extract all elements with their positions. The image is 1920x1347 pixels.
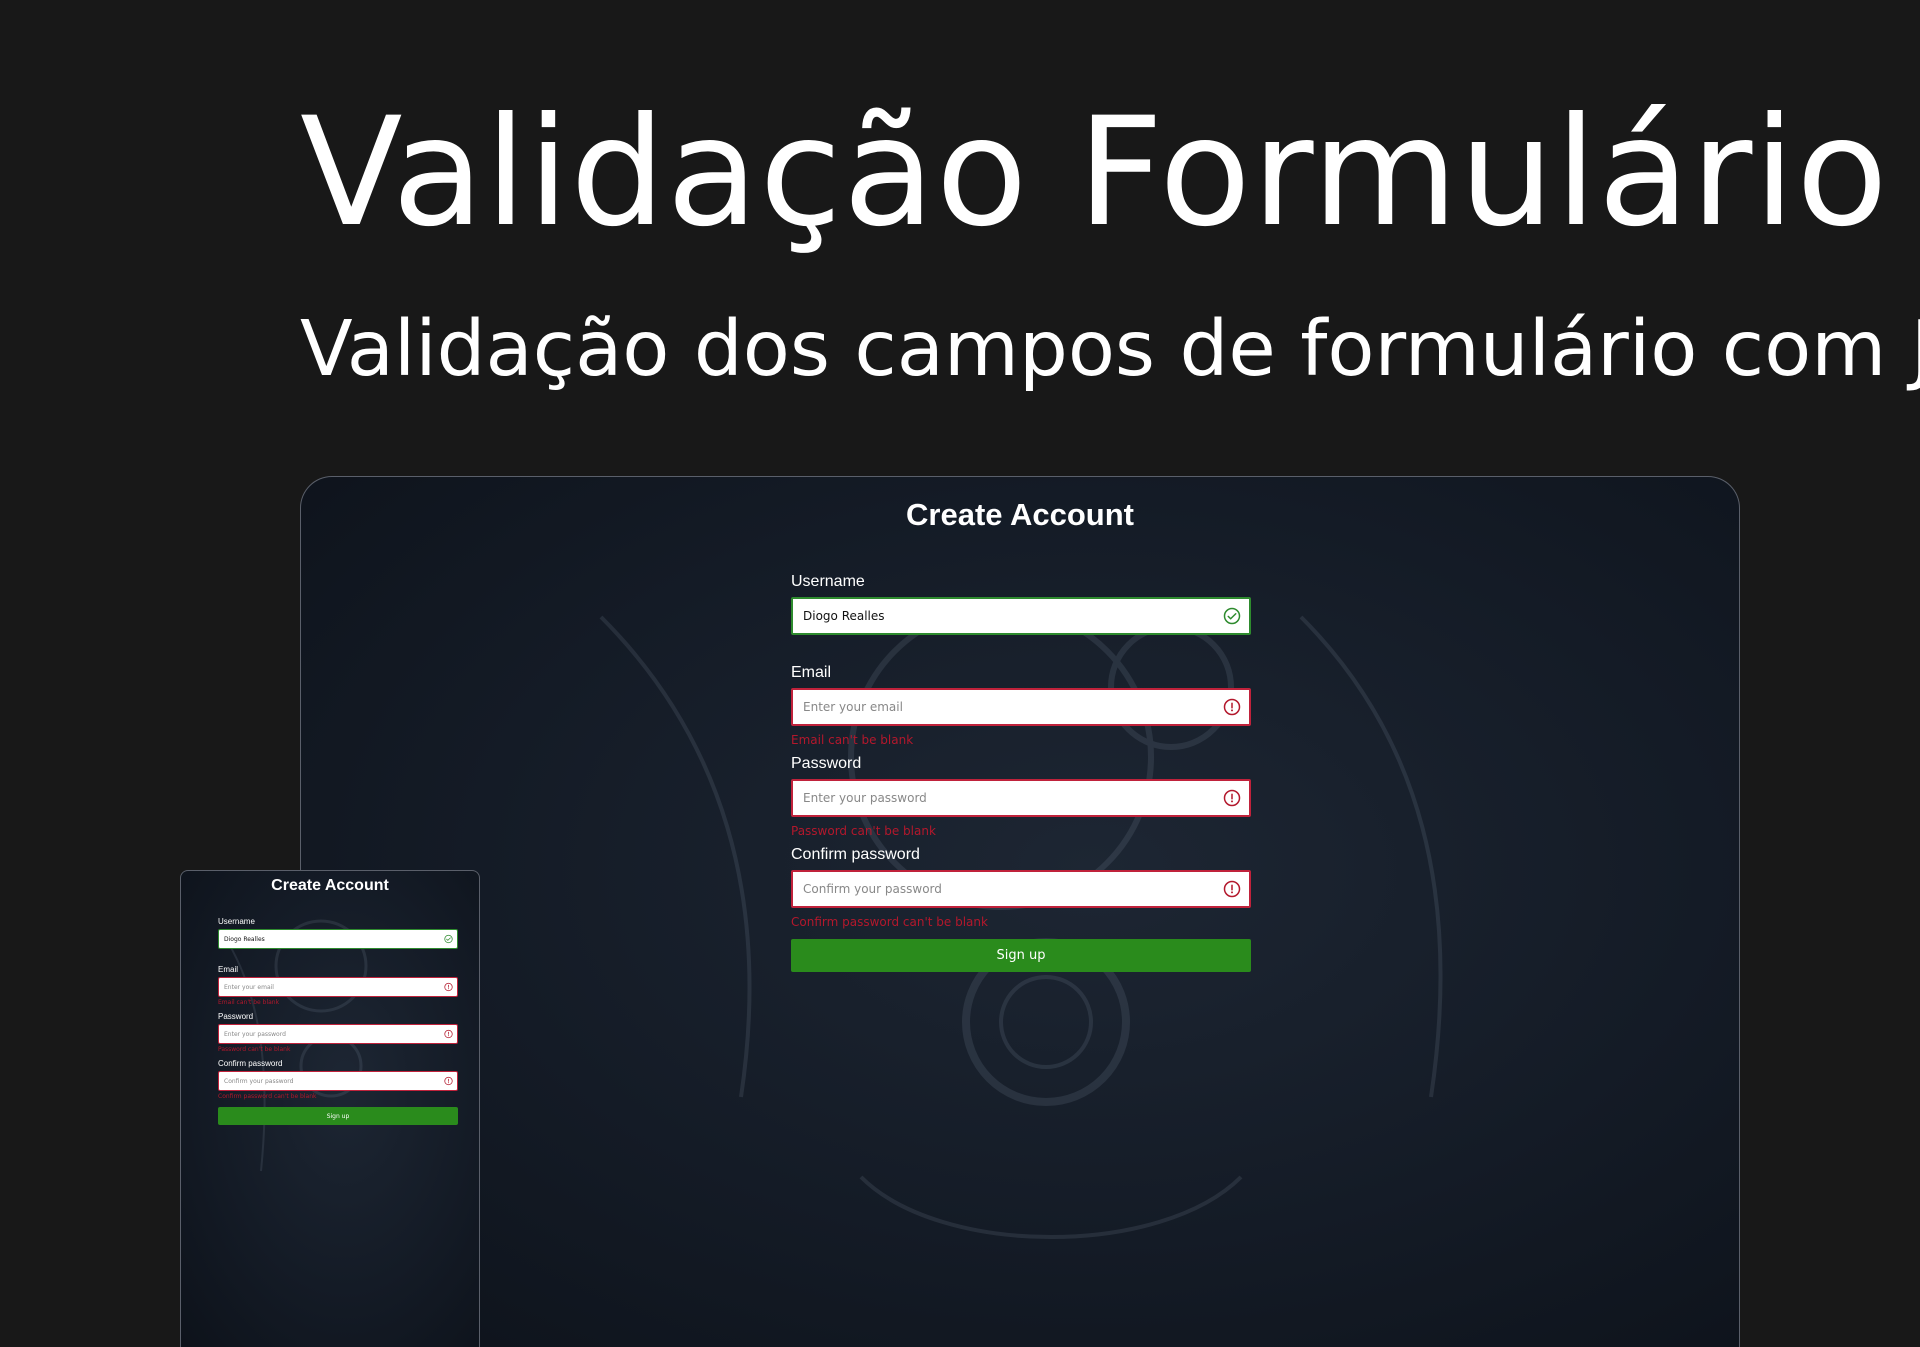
email-input[interactable] [793,690,1249,724]
alert-circle-icon [444,1076,453,1086]
email-field[interactable] [218,977,458,997]
password-label: Password [218,1012,254,1021]
alert-circle-icon [444,982,453,992]
password-field[interactable] [218,1024,458,1044]
password-error-message: Password can't be blank [218,1046,291,1053]
confirm-password-field[interactable] [218,1071,458,1091]
alert-circle-icon [1223,698,1241,716]
form-title: Create Account [271,877,389,894]
email-label: Email [791,664,832,681]
email-input[interactable] [219,978,457,996]
email-error-message: Email can't be blank [218,999,280,1006]
email-field[interactable] [791,688,1251,726]
confirm-password-error-message: Confirm password can't be blank [791,915,988,929]
confirm-password-input[interactable] [219,1072,457,1090]
mobile-preview-frame: Create Account Username Email Email can'… [180,870,480,1347]
confirm-password-label: Confirm password [218,1059,283,1068]
email-label: Email [218,965,239,974]
desktop-preview-frame: Create Account Username Email Email can'… [300,476,1740,1347]
password-label: Password [791,755,862,772]
alert-circle-icon [1223,880,1241,898]
alert-circle-icon [444,1029,453,1039]
confirm-password-input[interactable] [793,872,1249,906]
username-input[interactable] [793,599,1249,633]
alert-circle-icon [1223,789,1241,807]
check-circle-icon [444,934,453,944]
username-label: Username [791,573,865,590]
sign-up-button[interactable]: Sign up [218,1107,458,1125]
sign-up-button[interactable]: Sign up [791,939,1251,972]
form-title: Create Account [906,497,1134,532]
confirm-password-error-message: Confirm password can't be blank [218,1093,317,1100]
email-error-message: Email can't be blank [791,733,914,747]
check-circle-icon [1223,607,1241,625]
confirm-password-label: Confirm password [791,846,920,863]
confirm-password-field[interactable] [791,870,1251,908]
username-field[interactable] [791,597,1251,635]
password-input[interactable] [219,1025,457,1043]
username-input[interactable] [219,930,457,948]
username-label: Username [218,917,255,926]
password-field[interactable] [791,779,1251,817]
hero-subtitle: Validação dos campos de formulário com J… [300,305,1920,394]
username-field[interactable] [218,929,458,949]
hero-title: Validação Formulário [300,86,1889,260]
password-error-message: Password can't be blank [791,824,936,838]
password-input[interactable] [793,781,1249,815]
